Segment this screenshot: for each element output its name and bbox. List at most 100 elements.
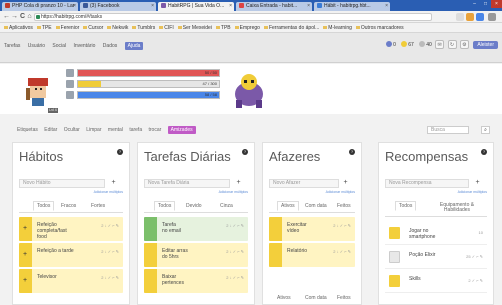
add-daily-button[interactable]: + — [235, 179, 242, 187]
daily-task[interactable]: Tarefa no email 2 ↓ ✓ ⌐ ✎ — [144, 217, 248, 241]
bookmark-item[interactable]: Nekwik — [107, 23, 128, 32]
reward-price[interactable]: 25 ✓ ⌐ ✎ — [466, 254, 483, 259]
new-reward-input[interactable]: Nova Recompensa — [385, 179, 469, 188]
search-icon[interactable]: ⌕ — [481, 126, 490, 134]
tab-all[interactable]: Todos — [33, 201, 55, 211]
reward-price[interactable]: 10 — [479, 230, 483, 235]
tab-active[interactable]: Ativos — [277, 295, 291, 301]
browser-tab[interactable]: PHP Cola di pranzo 10 - Lar × — [2, 2, 78, 11]
habit-plus-button[interactable]: + — [19, 243, 32, 267]
filter-tag[interactable]: tarefa — [129, 127, 142, 133]
extension-icon[interactable] — [476, 13, 484, 21]
bookmark-item[interactable]: Tumblrs — [132, 23, 155, 32]
maximize-icon[interactable]: □ — [480, 0, 491, 8]
todo-checkbox[interactable] — [269, 243, 282, 267]
bookmark-item[interactable]: CIFI — [159, 23, 174, 32]
filter-tag[interactable]: mental — [108, 127, 123, 133]
add-multiple-link[interactable]: Adicionar múltiplos — [326, 190, 355, 194]
browser-tab-active[interactable]: HabitRPG | Sua Vida O... × — [158, 2, 234, 11]
profile-button[interactable]: Aleister — [473, 41, 498, 49]
filter-tag[interactable]: trocar — [149, 127, 162, 133]
sync-icon[interactable]: ↻ — [447, 40, 457, 49]
bookmark-item[interactable]: TPB — [215, 23, 231, 32]
forward-button[interactable]: → — [11, 13, 18, 21]
habit-plus-button[interactable]: + — [19, 217, 32, 241]
add-todo-button[interactable]: + — [342, 179, 349, 187]
home-button[interactable]: ⌂ — [26, 13, 33, 21]
reload-button[interactable]: C — [19, 13, 26, 21]
info-icon[interactable]: ? — [242, 149, 248, 155]
daily-task[interactable]: Baixar pertences 2 ↓ ✓ ⌐ ✎ — [144, 269, 248, 293]
browser-tab[interactable]: (3) Facebook × — [80, 2, 156, 11]
daily-checkbox[interactable] — [144, 217, 157, 241]
habit-task[interactable]: + Televisor 2 ↓ ✓ ⌐ ✎ — [19, 269, 123, 293]
bookmark-item[interactable]: M-learning — [323, 23, 352, 32]
bookmark-item[interactable]: TPE — [36, 23, 52, 32]
browser-tab[interactable]: Hábit - habitrpg.hbt... × — [314, 2, 390, 11]
bookmark-item[interactable]: Emprego — [234, 23, 260, 32]
habit-task[interactable]: + Refeição completa/fast food 2 ↓ ✓ ⌐ ✎ — [19, 217, 123, 241]
tab-active[interactable]: Ativos — [277, 201, 299, 211]
add-reward-button[interactable]: + — [474, 179, 481, 187]
tab-due[interactable]: Devido — [186, 203, 202, 209]
reward-item[interactable]: Skills 2 ✓ ⌐ ✎ — [385, 271, 487, 293]
new-todo-input[interactable]: Novo Afazer — [269, 179, 339, 188]
chat-icon[interactable]: ✉ — [435, 40, 445, 49]
bookmark-item[interactable]: Outros marcadores — [355, 23, 404, 32]
search-input[interactable]: Busca — [427, 126, 469, 134]
reward-item[interactable]: Jogar no smartphone 10 — [385, 223, 487, 245]
add-multiple-link[interactable]: Adicionar múltiplos — [219, 190, 248, 194]
add-multiple-link[interactable]: Adicionar múltiplos — [458, 190, 487, 194]
tab-dated[interactable]: Com data — [305, 295, 327, 301]
reward-price[interactable]: 2 ✓ ⌐ ✎ — [468, 278, 483, 283]
info-icon[interactable]: ? — [117, 149, 123, 155]
tab-all[interactable]: Todos — [395, 201, 417, 211]
avatar[interactable] — [22, 74, 58, 110]
add-multiple-link[interactable]: Adicionar múltiplos — [94, 190, 123, 194]
todo-task[interactable]: Relatório 2 ↓ ✓ ⌐ ✎ — [269, 243, 355, 267]
daily-checkbox[interactable] — [144, 243, 157, 267]
tab-done[interactable]: Feitos — [337, 295, 351, 301]
habit-plus-button[interactable]: + — [19, 269, 32, 293]
menu-data[interactable]: Dados — [103, 43, 117, 49]
new-habit-input[interactable]: Novo Hábito — [19, 179, 105, 188]
close-window-icon[interactable]: × — [491, 0, 502, 8]
gear-icon[interactable]: ⚙ — [459, 40, 469, 49]
habit-task[interactable]: + Refeição a tarde 2 ↓ ✓ ⌐ ✎ — [19, 243, 123, 267]
menu-icon[interactable] — [488, 13, 496, 21]
info-icon[interactable]: ? — [349, 149, 355, 155]
add-habit-button[interactable]: + — [110, 179, 117, 187]
tab-done[interactable]: Feitos — [337, 203, 351, 209]
close-tab-icon[interactable]: × — [73, 3, 76, 9]
info-icon[interactable]: ? — [481, 149, 487, 155]
todo-checkbox[interactable] — [269, 217, 282, 241]
extension-icon[interactable] — [466, 13, 474, 21]
tab-grey[interactable]: Cinza — [220, 203, 233, 209]
tab-equipment[interactable]: Equipamento & Habilidades — [431, 203, 483, 213]
new-daily-input[interactable]: Nova Tarefa Diária — [144, 179, 230, 188]
close-tab-icon[interactable]: × — [385, 3, 388, 9]
reward-item[interactable]: Poção Elixir 25 ✓ ⌐ ✎ — [385, 247, 487, 269]
browser-tab[interactable]: Caixa Entrada - habit... × — [236, 2, 312, 11]
bookmark-item[interactable]: Ferramentas do ápol... — [263, 23, 319, 32]
menu-help[interactable]: Ajuda — [124, 42, 144, 50]
minimize-icon[interactable]: – — [469, 0, 480, 8]
url-input[interactable]: https://habitrpg.com/#/tasks — [34, 13, 432, 21]
tab-weak[interactable]: Fracos — [61, 203, 76, 209]
star-icon[interactable] — [456, 13, 464, 21]
todo-task[interactable]: Exercitar vídeo 2 ↓ ✓ ⌐ ✎ — [269, 217, 355, 241]
filter-clear[interactable]: Limpar — [86, 127, 101, 133]
filter-tags[interactable]: Etiquetas — [17, 127, 38, 133]
bookmark-item[interactable]: Cursor — [83, 23, 103, 32]
bookmark-item[interactable]: Ser Mexeidei — [177, 23, 212, 32]
close-tab-icon[interactable]: × — [151, 3, 154, 9]
back-button[interactable]: ← — [3, 13, 10, 21]
menu-user[interactable]: Usuário — [28, 43, 45, 49]
menu-inventory[interactable]: Inventário — [73, 43, 95, 49]
daily-checkbox[interactable] — [144, 269, 157, 293]
bookmark-item[interactable]: Ferenior — [55, 23, 79, 32]
menu-social[interactable]: Social — [52, 43, 66, 49]
filter-tag-active[interactable]: Amizades — [167, 126, 196, 134]
tab-all[interactable]: Todos — [154, 201, 176, 211]
menu-tasks[interactable]: Tarefas — [4, 43, 20, 49]
